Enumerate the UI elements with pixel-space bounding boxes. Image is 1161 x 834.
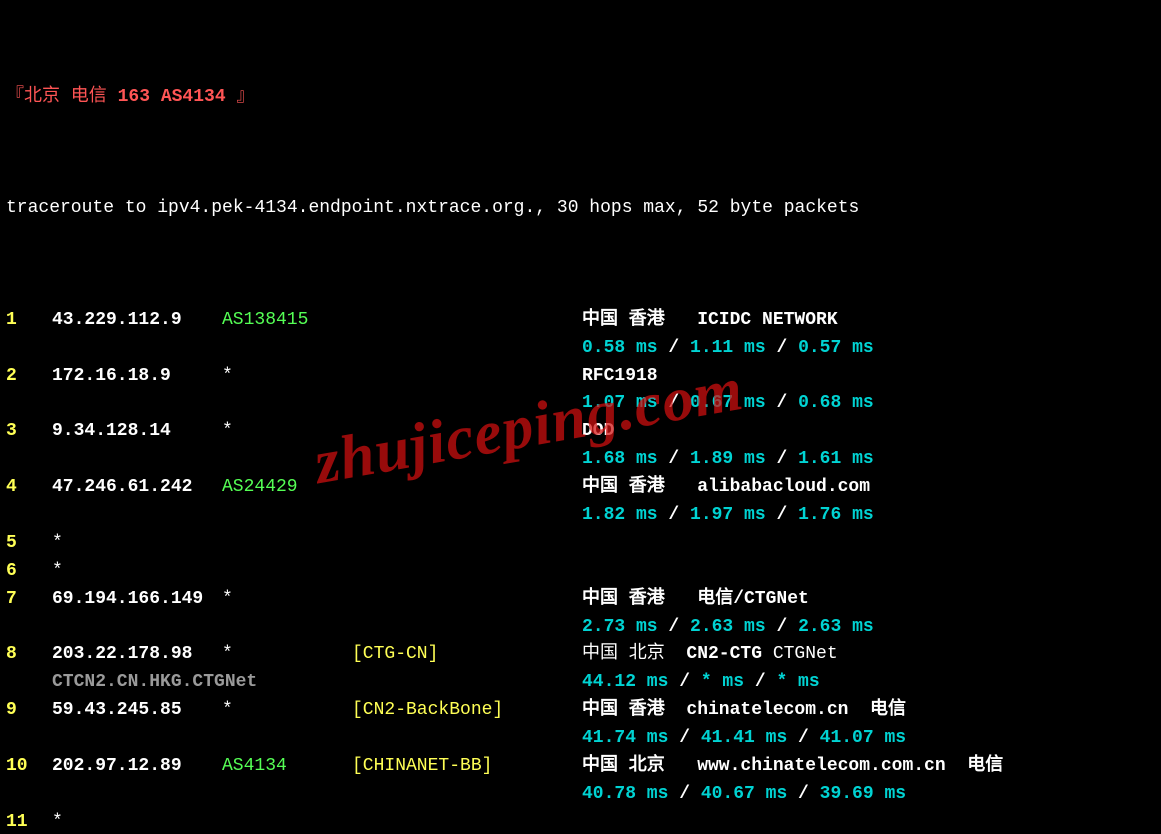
hop-row: 143.229.112.9AS138415 中国 香港 ICIDC NETWORK (6, 307, 1155, 335)
hop-latency: 1.68 ms / 1.89 ms / 1.61 ms (582, 446, 874, 474)
hop-tag: [CN2-BackBone] (352, 697, 582, 725)
hop-number: 2 (6, 363, 52, 391)
hop-number: 11 (6, 809, 52, 834)
hop-row: 769.194.166.149* 中国 香港 电信/CTGNet (6, 586, 1155, 614)
traceroute-line: traceroute to ipv4.pek-4134.endpoint.nxt… (6, 195, 1155, 223)
hop-number: 4 (6, 474, 52, 502)
hop-location: 中国 香港 电信/CTGNet (582, 586, 809, 614)
hop-number: 3 (6, 418, 52, 446)
hop-ip: 43.229.112.9 (52, 307, 222, 335)
hop-row: 2172.16.18.9* RFC1918 (6, 363, 1155, 391)
hop-row: 39.34.128.14* DOD (6, 418, 1155, 446)
hop-tag: [CHINANET-BB] (352, 753, 582, 781)
hop-asn: * (222, 363, 352, 391)
header-asn: 163 AS4134 (118, 84, 226, 112)
hop-number: 10 (6, 753, 52, 781)
hop-number: 8 (6, 641, 52, 669)
hop-number: 5 (6, 530, 52, 558)
hop-asn: AS138415 (222, 307, 352, 335)
hop-asn: * (222, 697, 352, 725)
hop-latency-row: 0.58 ms / 1.11 ms / 0.57 ms (6, 335, 1155, 363)
hop-rdns: CTCN2.CN.HKG.CTGNet (52, 669, 582, 697)
header-suffix: 』 (226, 84, 255, 112)
hop-ip: 202.97.12.89 (52, 753, 222, 781)
hop-location: 中国 香港 chinatelecom.cn 电信 (582, 697, 906, 725)
hop-location: 中国 北京 CN2-CTG CTGNet (582, 641, 838, 669)
hop-row: 6* (6, 558, 1155, 586)
hop-row: 11* (6, 809, 1155, 834)
hop-ip: * (52, 809, 222, 834)
hop-ip: 9.34.128.14 (52, 418, 222, 446)
hop-latency-row: 41.74 ms / 41.41 ms / 41.07 ms (6, 725, 1155, 753)
hop-asn: AS24429 (222, 474, 352, 502)
hop-row: 10202.97.12.89AS4134[CHINANET-BB]中国 北京 w… (6, 753, 1155, 781)
hop-ip: 69.194.166.149 (52, 586, 222, 614)
hop-number: 6 (6, 558, 52, 586)
hop-ip: * (52, 530, 222, 558)
terminal-output: 『北京 电信 163 AS4134 』 traceroute to ipv4.p… (0, 0, 1161, 834)
hop-latency: 1.82 ms / 1.97 ms / 1.76 ms (582, 502, 874, 530)
hop-asn: * (222, 418, 352, 446)
hop-row: 8203.22.178.98*[CTG-CN]中国 北京 CN2-CTG CTG… (6, 641, 1155, 669)
hop-location: 中国 香港 alibabacloud.com (582, 474, 870, 502)
hop-asn: * (222, 641, 352, 669)
hop-ip: 59.43.245.85 (52, 697, 222, 725)
hop-ip: 172.16.18.9 (52, 363, 222, 391)
hop-latency: 1.07 ms / 0.67 ms / 0.68 ms (582, 390, 874, 418)
hop-ip: * (52, 558, 222, 586)
header-prefix: 『北京 电信 (6, 84, 118, 112)
hop-latency: 2.73 ms / 2.63 ms / 2.63 ms (582, 614, 874, 642)
hop-latency-row: 2.73 ms / 2.63 ms / 2.63 ms (6, 614, 1155, 642)
hop-asn: AS4134 (222, 753, 352, 781)
hop-tag: [CTG-CN] (352, 641, 582, 669)
hop-latency-row: 1.82 ms / 1.97 ms / 1.76 ms (6, 502, 1155, 530)
hop-number: 1 (6, 307, 52, 335)
hop-number: 7 (6, 586, 52, 614)
hop-latency: 41.74 ms / 41.41 ms / 41.07 ms (582, 725, 906, 753)
hop-latency: 40.78 ms / 40.67 ms / 39.69 ms (582, 781, 906, 809)
hop-ip: 47.246.61.242 (52, 474, 222, 502)
hop-latency: 44.12 ms / * ms / * ms (582, 669, 820, 697)
hop-location: DOD (582, 418, 614, 446)
hop-location: 中国 香港 ICIDC NETWORK (582, 307, 838, 335)
hop-asn: * (222, 586, 352, 614)
hop-row: 5* (6, 530, 1155, 558)
route-header: 『北京 电信 163 AS4134 』 (6, 84, 1155, 112)
hop-rdns-row: CTCN2.CN.HKG.CTGNet44.12 ms / * ms / * m… (6, 669, 1155, 697)
hop-number: 9 (6, 697, 52, 725)
hop-latency-row: 1.07 ms / 0.67 ms / 0.68 ms (6, 390, 1155, 418)
hop-list: 143.229.112.9AS138415 中国 香港 ICIDC NETWORK… (6, 307, 1155, 834)
hop-ip: 203.22.178.98 (52, 641, 222, 669)
hop-row: 447.246.61.242AS24429 中国 香港 alibabacloud.… (6, 474, 1155, 502)
hop-latency-row: 1.68 ms / 1.89 ms / 1.61 ms (6, 446, 1155, 474)
hop-location: 中国 北京 www.chinatelecom.com.cn 电信 (582, 753, 1003, 781)
hop-latency-row: 40.78 ms / 40.67 ms / 39.69 ms (6, 781, 1155, 809)
hop-latency: 0.58 ms / 1.11 ms / 0.57 ms (582, 335, 874, 363)
hop-row: 959.43.245.85*[CN2-BackBone]中国 香港 chinat… (6, 697, 1155, 725)
hop-location: RFC1918 (582, 363, 658, 391)
